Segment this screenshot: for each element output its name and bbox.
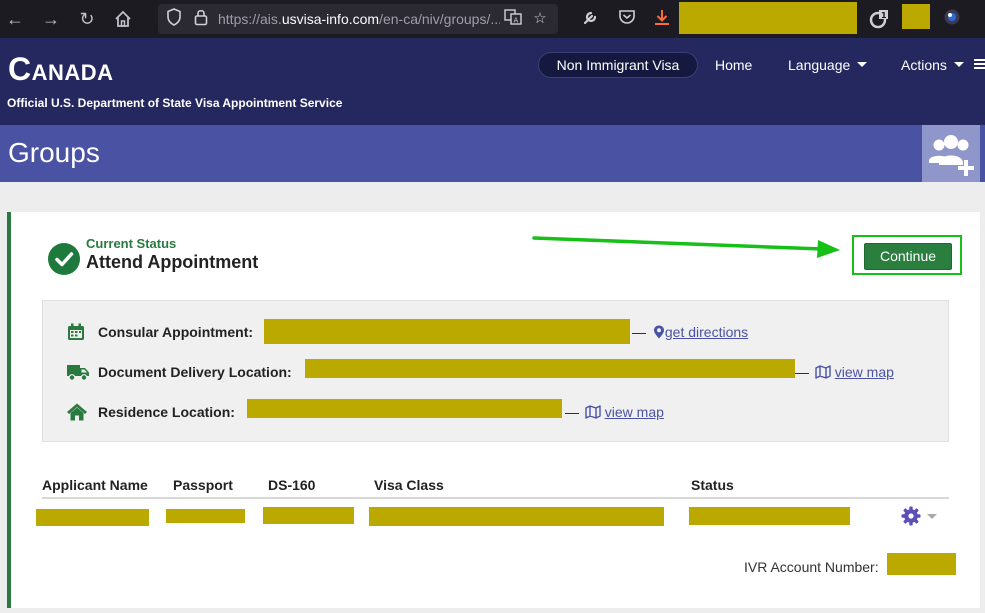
column-header-visa-class: Visa Class [374,477,444,493]
svg-text:1: 1 [881,11,887,20]
continue-button[interactable]: Continue [864,243,952,270]
appointment-info-box: Consular Appointment: — get directions D… [42,300,949,442]
consular-appointment-label: Consular Appointment: [98,324,254,340]
redacted-extension-icon [902,4,930,29]
map-icon [815,365,831,379]
column-header-applicant-name: Applicant Name [42,477,148,493]
bookmark-star-icon[interactable]: ☆ [530,8,550,30]
chevron-down-icon [953,62,964,67]
continue-highlight-box: Continue [852,235,962,275]
extension-icon[interactable]: 1 [868,8,890,30]
table-header-divider [42,497,949,499]
page-title-bar: Groups [0,125,985,182]
separator-dash: — [565,404,579,420]
nav-language[interactable]: Language [788,57,868,73]
document-delivery-label: Document Delivery Location: [98,364,292,380]
page-title: Groups [8,137,100,168]
column-header-passport: Passport [173,477,233,493]
nav-actions[interactable]: Actions [901,57,964,73]
separator-dash: — [795,364,809,380]
residence-location-row: Residence Location: — view map [66,399,946,422]
address-bar[interactable]: https://ais.usvisa-info.com/en-ca/niv/gr… [158,4,558,34]
add-group-member-icon[interactable] [922,125,980,182]
redacted-consular-appointment [264,319,630,344]
map-icon [585,405,601,419]
chevron-down-icon[interactable] [927,514,937,519]
chevron-down-icon [857,62,868,67]
shield-icon[interactable] [164,8,184,30]
document-delivery-row: Document Delivery Location: — view map [66,359,946,382]
redacted-visa-class [369,507,664,526]
pocket-icon[interactable] [616,8,638,30]
brand-title[interactable]: Canada [8,50,114,88]
profile-icon[interactable] [941,8,963,30]
delivery-view-map-link[interactable]: — view map [795,363,894,381]
wrench-icon[interactable] [580,8,602,30]
ivr-account-number-label: IVR Account Number: [744,559,879,575]
nav-home[interactable]: Home [715,57,752,73]
url-text[interactable]: https://ais.usvisa-info.com/en-ca/niv/gr… [218,10,500,28]
group-card: Current Status Attend Appointment Contin… [7,212,980,608]
reload-icon[interactable]: ↻ [76,8,98,30]
get-directions-link[interactable]: — get directions [632,323,748,341]
delivery-view-map-text: view map [834,364,894,380]
gear-icon[interactable] [901,506,921,526]
browser-toolbar: ← → ↻ https://ais.usvisa-info.com/en-ca/… [0,0,985,38]
redacted-document-delivery [305,359,795,378]
translate-icon[interactable]: A [503,8,523,30]
download-icon[interactable] [651,8,673,30]
brand-subtitle: Official U.S. Department of State Visa A… [7,96,343,110]
map-marker-icon [653,325,664,339]
residence-location-label: Residence Location: [98,404,235,420]
home-icon [66,402,88,422]
redacted-residence-location [247,399,562,418]
separator-dash: — [632,324,646,340]
calendar-icon [66,322,88,342]
residence-view-map-link[interactable]: — view map [565,403,664,421]
column-header-ds160: DS-160 [268,477,316,493]
redacted-status [689,507,850,525]
check-circle-icon [48,243,80,275]
consular-appointment-row: Consular Appointment: — get directions [66,319,946,344]
back-icon[interactable]: ← [4,8,26,30]
redacted-ivr-account-number [887,553,956,575]
visa-type-pill[interactable]: Non Immigrant Visa [538,52,698,78]
redacted-applicant-name [36,509,149,526]
forward-icon[interactable]: → [40,8,62,30]
site-header: Canada Official U.S. Department of State… [0,38,985,125]
annotation-arrow-icon [532,236,840,258]
svg-text:A: A [514,17,519,25]
home-icon[interactable] [112,8,134,30]
current-status-label: Current Status [86,236,177,251]
residence-view-map-text: view map [604,404,664,420]
get-directions-text: get directions [664,324,749,340]
redacted-extension-area [679,2,857,34]
column-header-status: Status [691,477,734,493]
nav-language-label: Language [788,57,851,73]
redacted-passport [166,509,245,523]
lock-icon[interactable] [191,8,211,30]
current-status-value: Attend Appointment [86,252,259,272]
truck-icon [66,362,89,382]
nav-actions-label: Actions [901,57,947,73]
hamburger-menu-icon[interactable] [974,59,985,70]
redacted-ds160 [263,507,354,524]
